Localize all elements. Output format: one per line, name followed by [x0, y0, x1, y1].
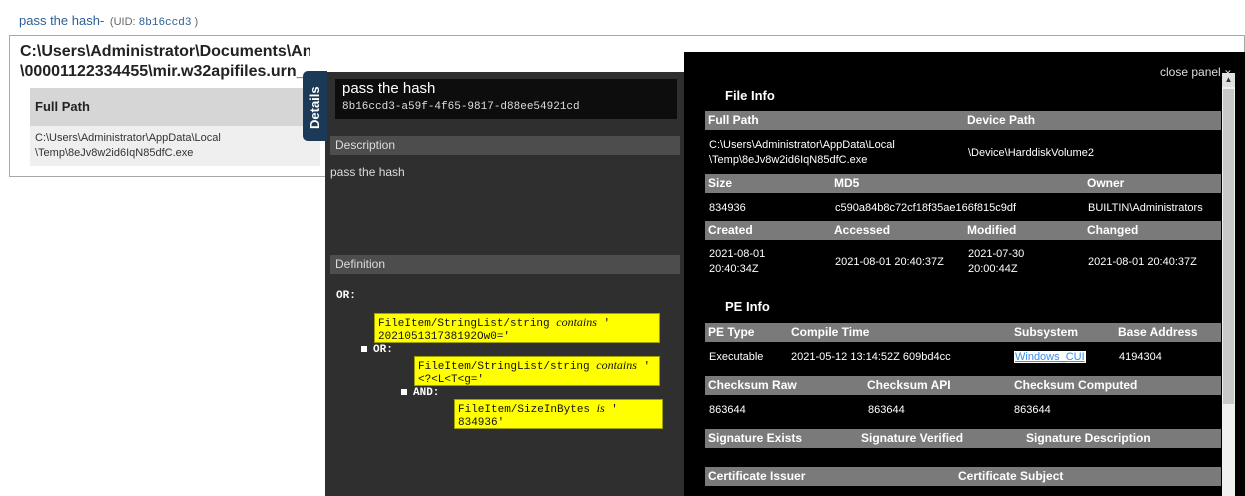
- definition-and-operator: AND:: [401, 387, 439, 399]
- description-text: pass the hash: [330, 165, 405, 179]
- file-info-header-row: Size MD5 Owner: [705, 174, 1221, 193]
- checksum-raw-value: 863644: [709, 404, 746, 416]
- indicator-uid: 8b16ccd3-a59f-4f65-9817-d88ee54921cd: [342, 101, 580, 113]
- compile-time-value: 2021-05-12 13:14:52Z 609bd4cc: [791, 351, 951, 363]
- pe-info-header-row: Checksum Raw Checksum API Checksum Compu…: [705, 376, 1221, 395]
- definition-condition: FileItem/StringList/string contains ' <?…: [414, 356, 660, 386]
- scroll-up-arrow-icon[interactable]: ▲: [1222, 73, 1235, 87]
- file-info-header-row: Created Accessed Modified Changed: [705, 221, 1221, 240]
- uid-value: 8b16ccd3: [138, 17, 192, 29]
- bullet-icon: [361, 346, 367, 353]
- report-path: C:\Users\Administrator\Documents\Analysi…: [20, 43, 310, 80]
- md5-value: c590a84b8c72cf18f35ae166f815c9df: [835, 202, 1017, 214]
- base-address-value: 4194304: [1119, 351, 1162, 363]
- indicator-title: pass the hash: [342, 80, 436, 97]
- details-tab[interactable]: Details: [303, 71, 327, 141]
- bullet-icon: [401, 389, 407, 396]
- pe-info-header-row: PE Type Compile Time Subsystem Base Addr…: [705, 323, 1221, 342]
- file-info-header-row: Full Path Device Path: [705, 111, 1221, 130]
- table-row[interactable]: C:\Users\Administrator\AppData\Local \Te…: [30, 126, 320, 166]
- device-path-value: \Device\HarddiskVolume2: [968, 147, 1094, 159]
- description-header: Description: [330, 136, 680, 155]
- modified-value: 2021-07-30 20:00:44Z: [968, 248, 1025, 275]
- scrollbar-thumb[interactable]: [1223, 89, 1234, 404]
- definition-condition: FileItem/StringList/string contains ' 20…: [374, 313, 660, 343]
- definition-or-operator: OR:: [361, 344, 393, 356]
- pe-info-title: PE Info: [725, 299, 770, 314]
- changed-value: 2021-08-01 20:40:37Z: [1088, 256, 1197, 268]
- checksum-computed-value: 863644: [1014, 404, 1051, 416]
- definition-header: Definition: [330, 255, 680, 274]
- subsystem-value-cell: Windows_CUI: [1014, 350, 1086, 365]
- accessed-value: 2021-08-01 20:40:37Z: [835, 256, 944, 268]
- table-header-full-path: Full Path: [30, 88, 320, 126]
- file-info-title: File Info: [725, 88, 775, 103]
- page-title: pass the hash- (UID: 8b16ccd3 ): [19, 13, 198, 29]
- subsystem-link[interactable]: Windows_CUI: [1014, 351, 1086, 363]
- checksum-api-value: 863644: [868, 404, 905, 416]
- certificate-header-row: Certificate Issuer Certificate Subject: [705, 467, 1221, 486]
- pe-type-value: Executable: [709, 351, 764, 363]
- uid-label: (UID: 8b16ccd3 ): [109, 16, 199, 29]
- definition-or-operator: OR:: [336, 290, 356, 302]
- signature-header-row: Signature Exists Signature Verified Sign…: [705, 429, 1221, 448]
- close-panel-button[interactable]: close panel ✕: [1160, 65, 1232, 79]
- definition-condition: FileItem/SizeInBytes is ' 834936': [454, 399, 663, 429]
- full-path-value: C:\Users\Administrator\AppData\Local \Te…: [709, 139, 895, 166]
- created-value: 2021-08-01 20:40:34Z: [709, 248, 766, 275]
- size-value: 834936: [709, 202, 746, 214]
- page-title-text: pass the hash-: [19, 13, 105, 28]
- report-table: Full Path C:\Users\Administrator\AppData…: [30, 88, 320, 166]
- owner-value: BUILTIN\Administrators: [1088, 202, 1203, 214]
